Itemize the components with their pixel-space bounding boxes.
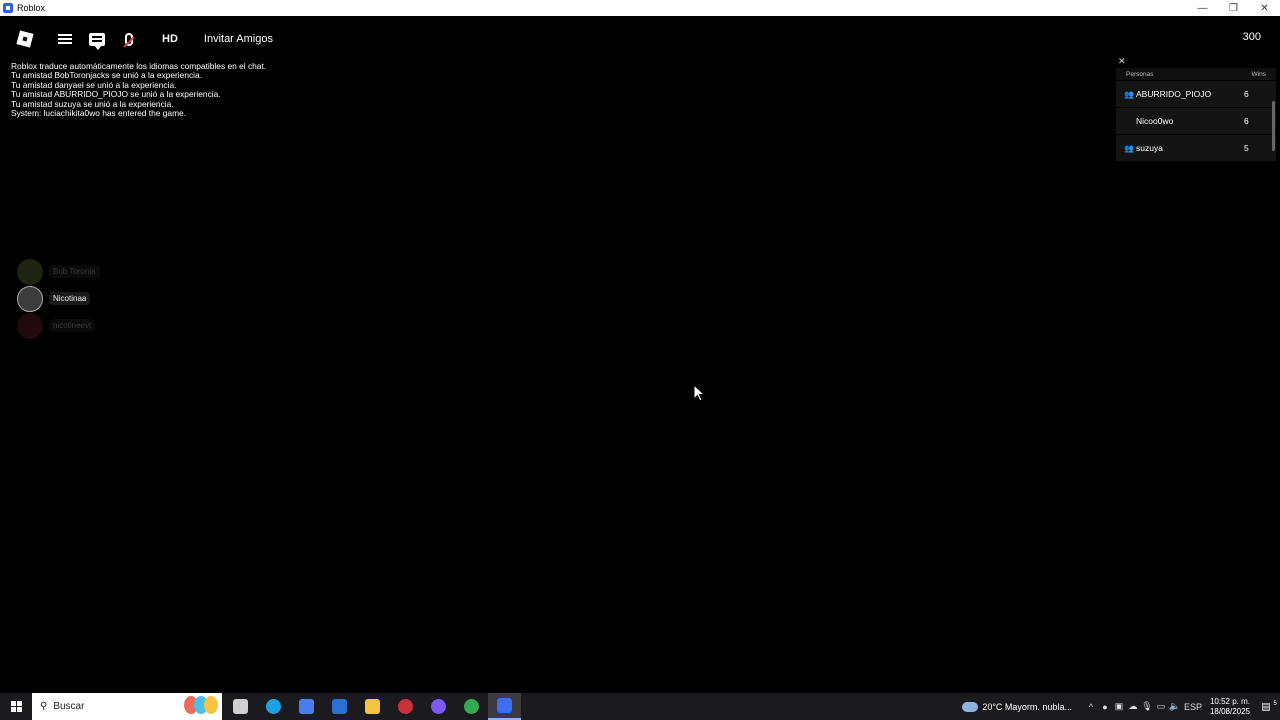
roblox-icon [497,698,512,713]
header-people: Personas [1126,70,1154,78]
notification-count: 5 [1273,700,1277,707]
chrome-taskbar-button[interactable] [455,693,488,720]
cloud-icon [962,701,979,712]
friends-icon: 👥 [1124,143,1134,153]
search-placeholder: Buscar [53,701,85,712]
leaderboard-row[interactable]: 👥 suzuya 5 [1116,135,1276,161]
window-controls: — ❐ ✕ [1187,0,1280,16]
taskbar-apps [224,693,521,720]
leaderboard-close-icon[interactable]: ✕ [1118,56,1126,67]
app-blue-taskbar-button[interactable] [323,693,356,720]
topbar-button-group [46,24,148,54]
window-title: Roblox [17,3,46,13]
player-wins: 6 [1244,116,1249,126]
volume-icon[interactable]: 🔈 [1168,701,1182,712]
start-button[interactable] [0,693,32,720]
window-title-bar: Roblox — ❐ ✕ [0,0,1280,16]
roblox-logo-icon [16,30,34,48]
player-wins: 5 [1244,143,1249,153]
game-viewport[interactable]: HD Invitar Amigos 300 Roblox traduce aut… [0,16,1280,693]
roblox-menu-button[interactable] [10,24,40,54]
chrome-icon [464,699,479,714]
hamburger-icon [58,34,72,44]
copilot-taskbar-button[interactable] [290,693,323,720]
currency-counter: 300 [1242,31,1261,43]
player-wins: 6 [1244,89,1249,99]
mouse-cursor-icon [693,384,705,402]
balloons-icon [184,696,218,714]
clock-time: 10:52 p. m. [1209,696,1250,706]
chrome-profile-icon [431,699,446,714]
mic-muted-icon [125,32,133,46]
avatar [17,285,43,312]
device-icon[interactable]: ▣ [1112,701,1126,712]
minimize-button[interactable]: — [1187,0,1218,16]
invite-friends-button[interactable]: Invitar Amigos [204,33,273,45]
app-blue-icon [332,699,347,714]
weather-text: 20°C Mayorm. nubla... [982,701,1072,712]
voice-participant[interactable]: Nicotinaa [17,285,100,312]
weather-widget[interactable]: 20°C Mayorm. nubla... [962,701,1072,712]
app-red-icon [398,699,413,714]
chrome-profile-taskbar-button[interactable] [422,693,455,720]
roblox-app-icon [3,3,13,13]
edge-icon [266,699,281,714]
chat-log: Roblox traduce automáticamente los idiom… [11,61,266,119]
avatar [17,258,43,285]
player-name: Nicoo0wo [1136,116,1174,126]
language-indicator[interactable]: ESP [1182,702,1204,712]
restore-button[interactable]: ❐ [1218,0,1249,16]
system-tray: 20°C Mayorm. nubla... ^ ● ▣ ☁ 🎙 ▭ 🔈 ESP … [962,693,1280,720]
chat-icon [89,32,105,50]
hamburger-menu-button[interactable] [50,24,80,54]
notification-icon: ▤ [1261,701,1271,713]
windows-logo-icon [10,701,22,712]
voice-participant-name: Bob Toronja [49,265,100,278]
chat-toggle-button[interactable] [82,24,112,54]
voice-participant-name: nicotineevt [49,319,96,332]
windows-taskbar: ⚲ Buscar 20°C Mayorm. nubla... ^ ● ▣ ☁ 🎙… [0,693,1280,720]
notifications-button[interactable]: ▤ 5 [1258,701,1280,712]
app-tray-icon[interactable]: ● [1098,702,1112,712]
mic-toggle-button[interactable] [114,24,144,54]
avatar [17,312,43,339]
leaderboard: ✕ Personas Wins 👥 ABURRIDO_PIOJO 6 Nicoo… [1116,56,1276,161]
player-name: ABURRIDO_PIOJO [1136,89,1212,99]
close-window-button[interactable]: ✕ [1249,0,1280,16]
leaderboard-scrollbar[interactable] [1272,101,1275,151]
network-icon[interactable]: ▭ [1154,701,1168,712]
task-view-icon [233,699,248,714]
taskbar-search-box[interactable]: ⚲ Buscar [32,693,222,720]
voice-participant[interactable]: Bob Toronja [17,258,100,285]
player-name: suzuya [1136,143,1163,153]
voice-participant-name: Nicotinaa [49,292,91,305]
app-red-taskbar-button[interactable] [389,693,422,720]
hd-label[interactable]: HD [162,33,178,45]
chat-message: System: luciachikita0wo has entered the … [11,108,187,119]
leaderboard-row[interactable]: Nicoo0wo 6 [1116,108,1276,134]
voice-participant[interactable]: nicotineevt [17,312,100,339]
file-explorer-taskbar-button[interactable] [356,693,389,720]
clock[interactable]: 10:52 p. m. 18/08/2025 [1210,697,1250,717]
copilot-icon [299,699,314,714]
chevron-up-icon[interactable]: ^ [1084,702,1098,712]
leaderboard-row[interactable]: 👥 ABURRIDO_PIOJO 6 [1116,81,1276,107]
file-explorer-icon [365,699,380,714]
leaderboard-header: Personas Wins [1116,68,1276,80]
friends-icon: 👥 [1124,89,1134,99]
roblox-top-bar: HD Invitar Amigos [10,24,273,54]
cloud-sync-icon[interactable]: ☁ [1126,701,1140,712]
search-icon: ⚲ [40,701,48,712]
microphone-icon[interactable]: 🎙 [1140,701,1154,712]
voice-participant-list: Bob Toronja Nicotinaa nicotineevt [17,258,100,339]
task-view-taskbar-button[interactable] [224,693,257,720]
roblox-taskbar-button[interactable] [488,693,521,720]
clock-date: 18/08/2025 [1209,706,1250,716]
edge-taskbar-button[interactable] [257,693,290,720]
header-wins: Wins [1251,70,1266,78]
